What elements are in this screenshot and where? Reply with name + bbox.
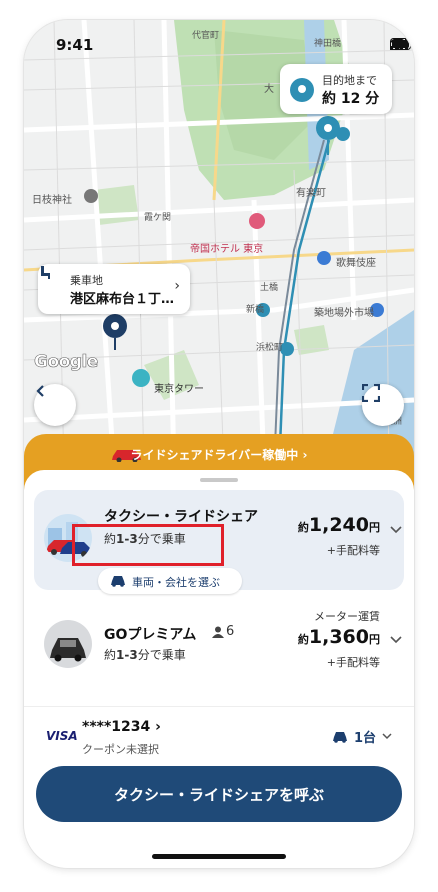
chevron-right-icon: › — [174, 278, 180, 294]
map-label: 帝国ホテル 東京 — [190, 242, 263, 255]
pickup-label: 乗車地 — [70, 274, 103, 287]
map-label: 新橋 — [246, 303, 264, 315]
option-capacity: 6 — [226, 624, 235, 639]
fullscreen-button[interactable] — [362, 384, 404, 426]
pickup-address: 港区麻布台１丁… — [70, 292, 175, 307]
map-label: 日枝神社 — [32, 193, 72, 206]
map-label: 大 — [264, 82, 274, 95]
fullscreen-icon — [362, 384, 380, 402]
destination-icon — [290, 78, 314, 102]
visa-logo: VISA — [46, 729, 78, 743]
chevron-down-icon[interactable] — [390, 636, 402, 644]
map-view[interactable]: 代官町 日枝神社 霞ケ関 帝国ホテル 東京 有楽町 歌舞伎座 築地場外市場 東京… — [24, 20, 414, 470]
option-eta: 約1-3分で乗車 — [104, 648, 186, 662]
payment-row[interactable]: VISA ****1234 › クーポン未選択 1台 — [24, 706, 414, 769]
sheet-handle[interactable] — [200, 478, 238, 482]
banner-text: ライドシェアドライバー稼働中 › — [130, 448, 308, 462]
pickup-location-card[interactable]: 乗車地 港区麻布台１丁… › — [38, 264, 190, 314]
meter-fare-label: メーター運賃 — [314, 610, 380, 623]
highlight-box — [72, 524, 224, 566]
choose-button-label: 車両・会社を選ぶ — [132, 576, 220, 589]
seat-icon — [41, 266, 50, 279]
go-premium-image — [44, 620, 92, 668]
status-time: 9:41 — [56, 36, 94, 54]
option-price: 約1,240円 — [297, 514, 380, 536]
car-icon — [111, 576, 125, 587]
map-label: 歌舞伎座 — [336, 256, 376, 269]
map-label: 霞ケ関 — [144, 212, 171, 223]
map-label: 築地場外市場 — [314, 306, 374, 319]
vehicle-count-selector[interactable]: 1台 — [332, 727, 392, 746]
card-number[interactable]: ****1234 › — [82, 719, 161, 735]
phone-screen: 代官町 日枝神社 霞ケ関 帝国ホテル 東京 有楽町 歌舞伎座 築地場外市場 東京… — [24, 20, 414, 868]
google-logo: Google — [34, 352, 99, 373]
option-title: GOプレミアム — [104, 627, 197, 643]
map-label: 浜松町 — [256, 341, 283, 353]
person-icon — [212, 626, 224, 638]
destination-eta: 約 12 分 — [322, 91, 380, 107]
coupon-status[interactable]: クーポン未選択 — [82, 741, 159, 757]
status-bar: 9:41 — [24, 34, 414, 58]
option-go-premium[interactable]: GOプレミアム 6 約1-3分で乗車 メーター運賃 約1,360円 +手配料等 — [34, 604, 404, 686]
battery-icon — [390, 38, 414, 50]
option-price-note: +手配料等 — [326, 544, 380, 557]
chevron-left-icon — [36, 385, 44, 397]
map-label: 土橋 — [260, 281, 278, 293]
option-price-note: +手配料等 — [326, 656, 380, 669]
map-label: 有楽町 — [296, 186, 326, 199]
home-indicator — [152, 854, 286, 859]
map-label: 東京タワー — [154, 382, 204, 395]
back-button[interactable] — [34, 384, 76, 426]
call-button-label: タクシー・ライドシェアを呼ぶ — [113, 786, 324, 804]
choose-vehicle-company-button[interactable]: 車両・会社を選ぶ — [98, 568, 242, 594]
car-icon — [332, 731, 347, 743]
vehicle-count: 1台 — [353, 731, 376, 746]
call-taxi-button[interactable]: タクシー・ライドシェアを呼ぶ — [36, 766, 402, 822]
chevron-down-icon[interactable] — [390, 526, 402, 534]
option-title: タクシー・ライドシェア — [104, 509, 258, 525]
destination-label: 目的地まで — [322, 74, 377, 87]
option-price: 約1,360円 — [297, 626, 380, 648]
chevron-down-icon — [382, 733, 392, 740]
destination-eta-card: 目的地まで 約 12 分 — [280, 64, 392, 114]
